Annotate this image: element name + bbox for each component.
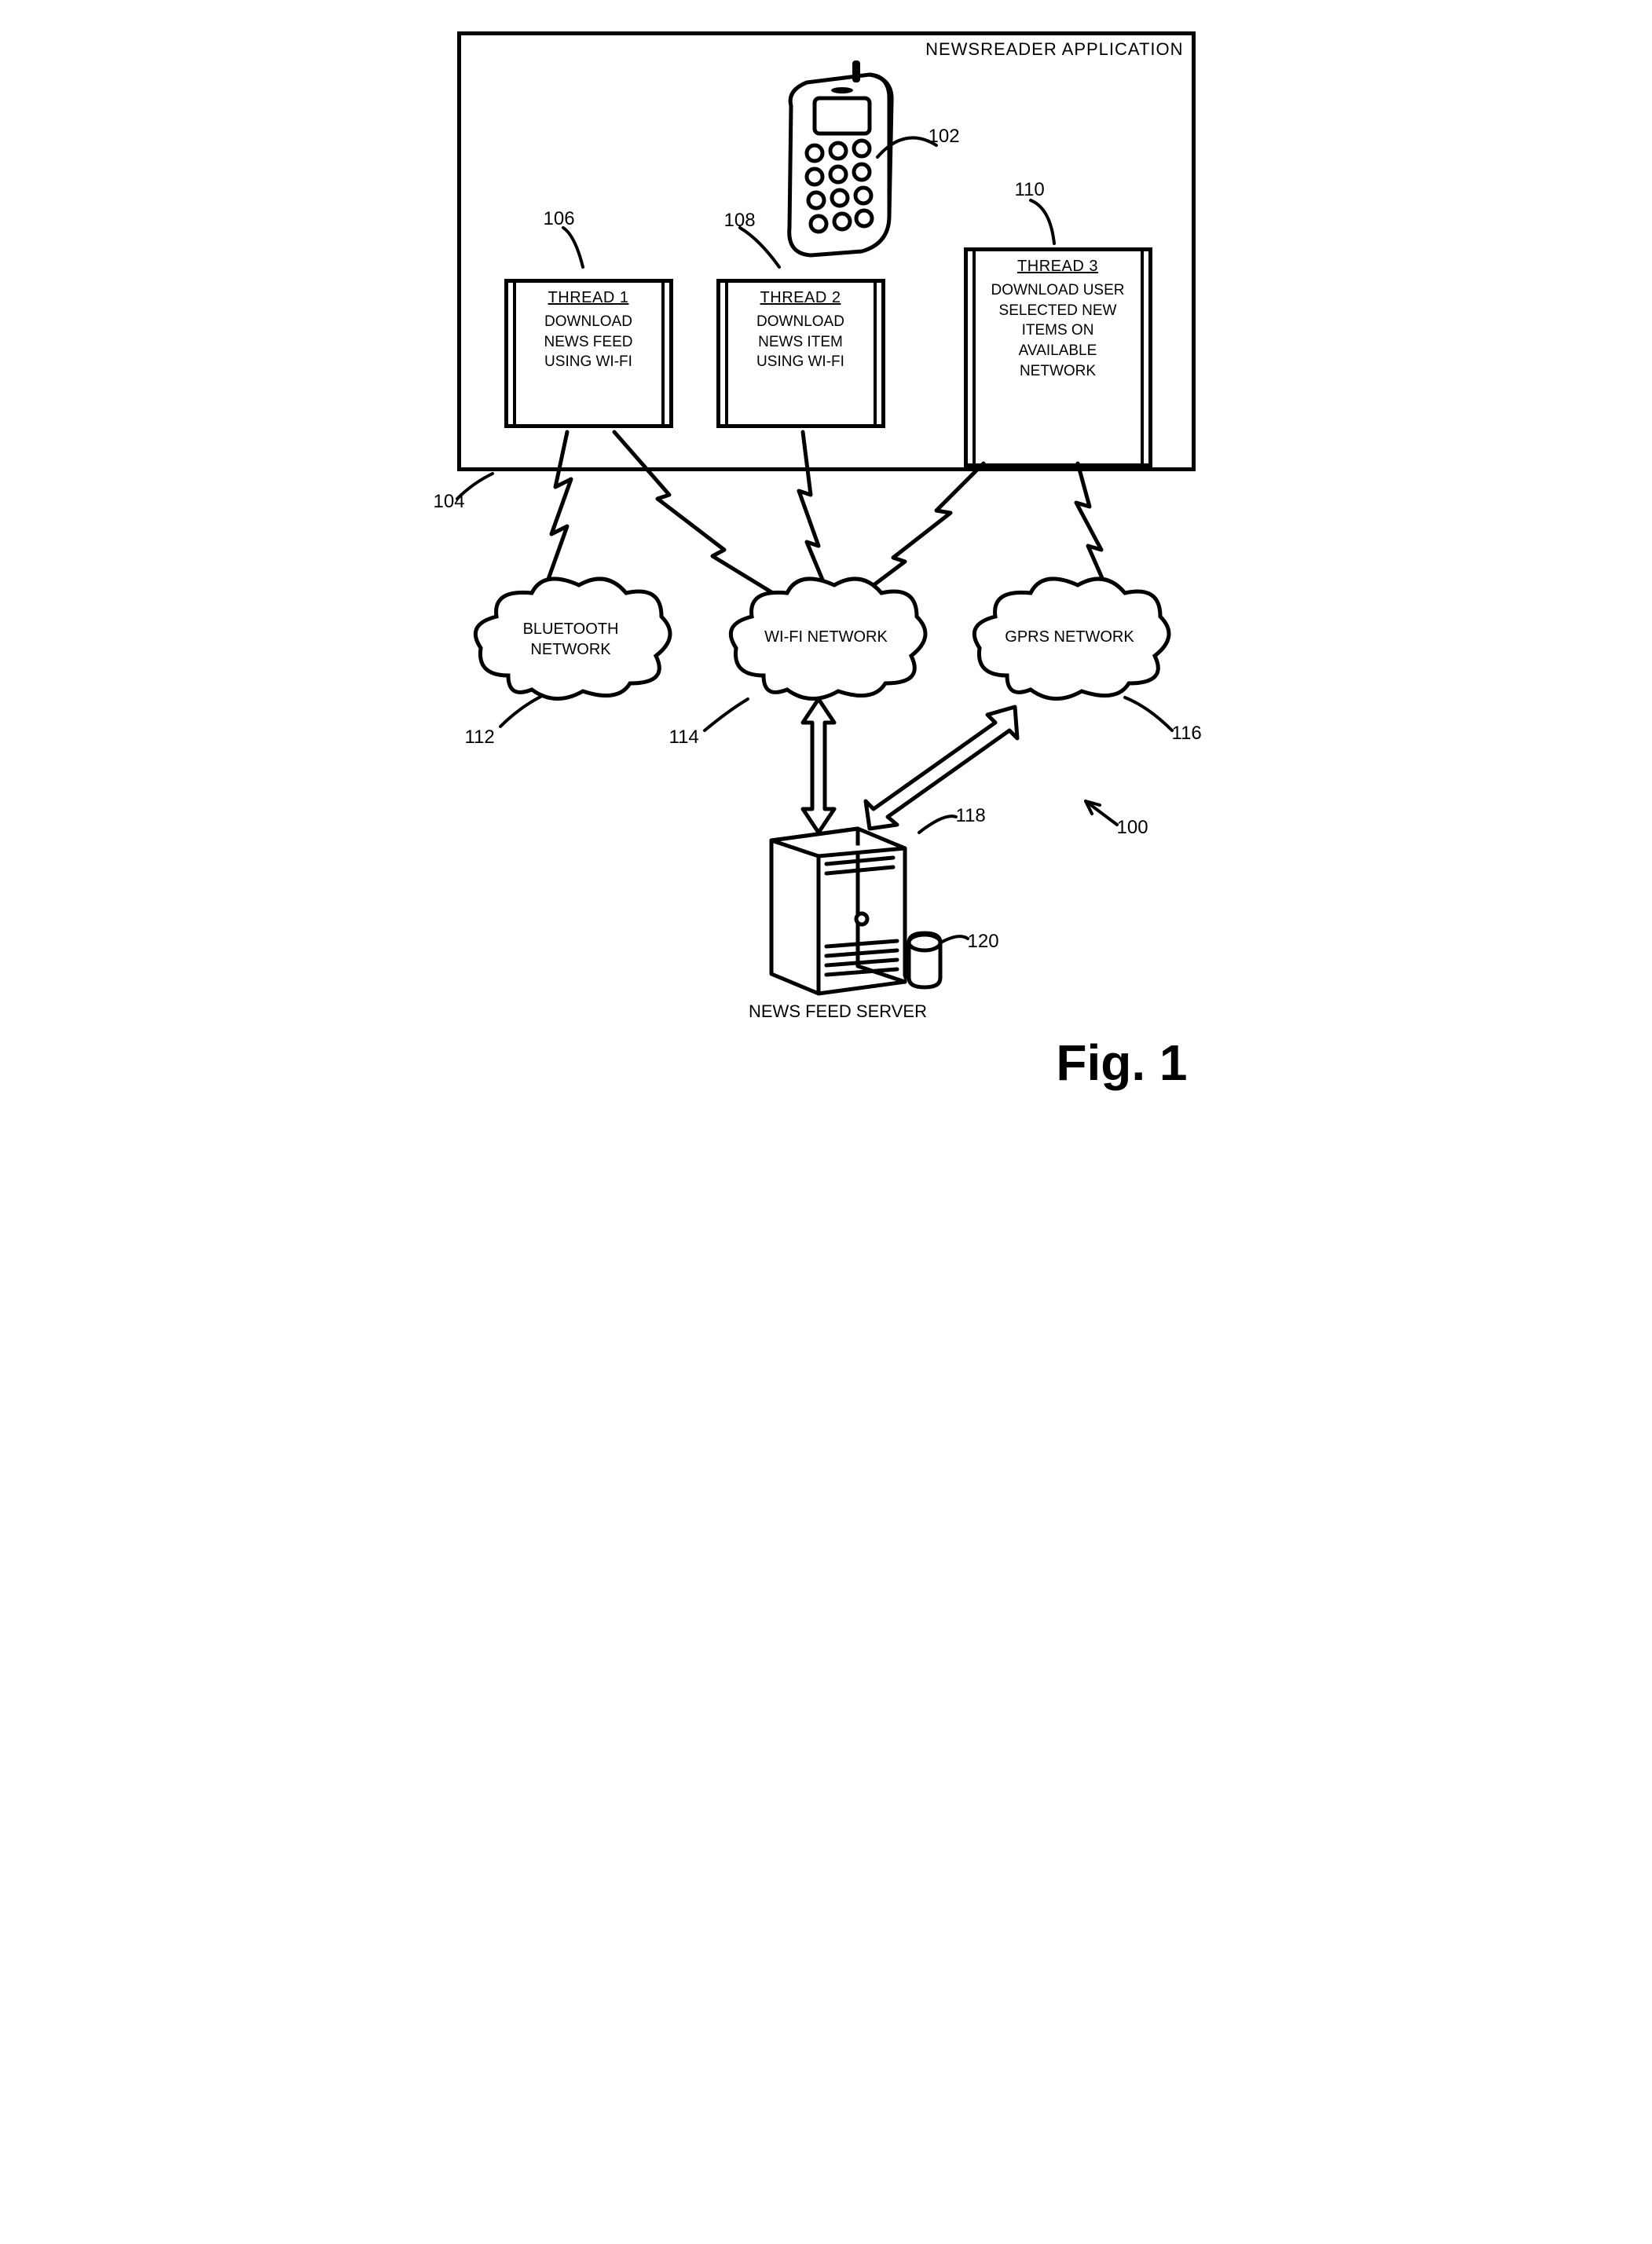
figure-label: Fig. 1: [1056, 1034, 1187, 1092]
diagram-canvas: NEWSREADER APPLICATION: [434, 24, 1219, 1092]
server-icon: [748, 809, 952, 1005]
server-label: NEWS FEED SERVER: [748, 1001, 929, 1022]
